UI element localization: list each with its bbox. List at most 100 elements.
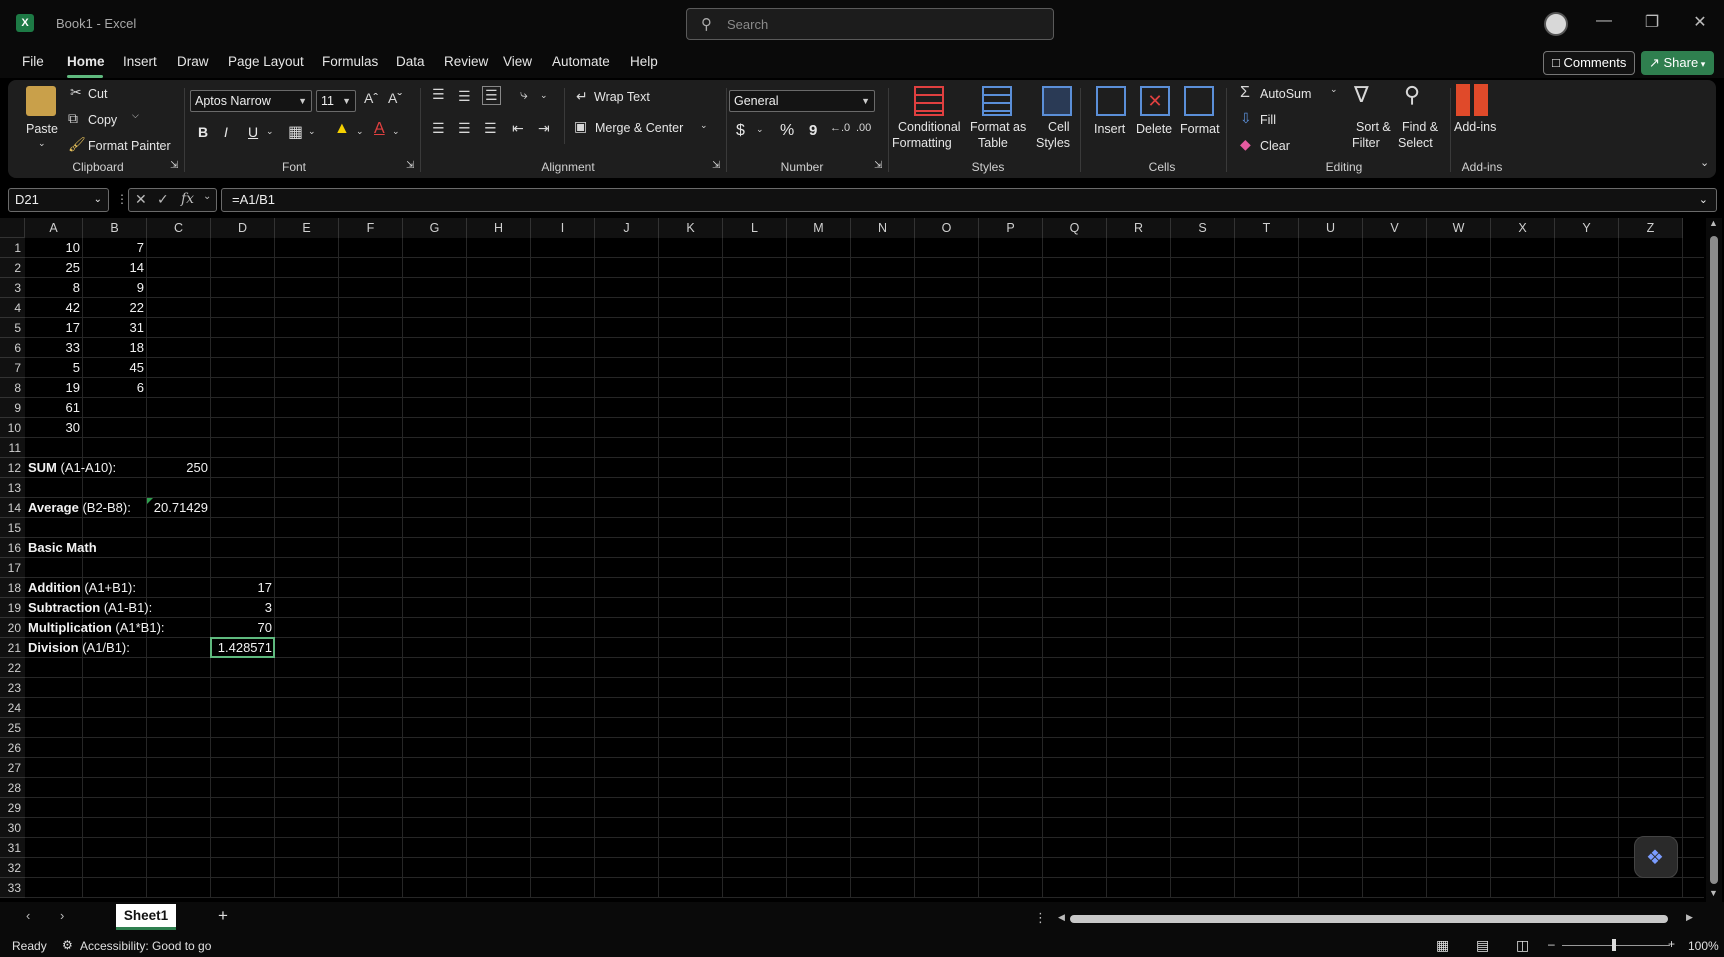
- row-header[interactable]: 24: [0, 698, 25, 718]
- column-header-g[interactable]: G: [403, 218, 467, 238]
- font-name-select[interactable]: Aptos Narrow ▼: [190, 90, 312, 112]
- column-header-x[interactable]: X: [1491, 218, 1555, 238]
- search-input[interactable]: Search: [727, 17, 768, 32]
- row-header[interactable]: 16: [0, 538, 25, 558]
- column-header-a[interactable]: A: [25, 218, 83, 238]
- dialog-launcher-icon[interactable]: ⇲: [712, 160, 720, 171]
- cell-a18[interactable]: Addition (A1+B1):: [25, 578, 136, 598]
- accessibility-status[interactable]: Accessibility: Good to go: [80, 939, 211, 953]
- align-top-icon[interactable]: ☰: [432, 86, 445, 103]
- fill-color-icon[interactable]: ▲: [334, 120, 350, 138]
- align-left-icon[interactable]: ☰: [432, 120, 445, 137]
- cell-a7[interactable]: 5: [25, 358, 83, 378]
- column-header-r[interactable]: R: [1107, 218, 1171, 238]
- row-header[interactable]: 10: [0, 418, 25, 438]
- comma-style-button[interactable]: 9: [809, 122, 817, 139]
- formula-input[interactable]: =A1/B1 ⌄: [221, 188, 1717, 212]
- cut-button[interactable]: Cut: [88, 87, 107, 101]
- row-header[interactable]: 26: [0, 738, 25, 758]
- font-size-select[interactable]: 11 ▼: [316, 90, 356, 112]
- conditional-formatting-label-2[interactable]: Formatting: [892, 136, 952, 150]
- column-header-f[interactable]: F: [339, 218, 403, 238]
- add-sheet-button[interactable]: +: [218, 906, 228, 926]
- column-header-w[interactable]: W: [1427, 218, 1491, 238]
- column-header-y[interactable]: Y: [1555, 218, 1619, 238]
- vertical-scrollbar[interactable]: ▲ ▼: [1706, 218, 1722, 902]
- cell-a21[interactable]: Division (A1/B1):: [25, 638, 130, 658]
- column-header-l[interactable]: L: [723, 218, 787, 238]
- bold-button[interactable]: B: [198, 124, 208, 140]
- insert-cells-icon[interactable]: [1096, 86, 1126, 116]
- cell-a1[interactable]: 10: [25, 238, 83, 258]
- row-header[interactable]: 3: [0, 278, 25, 298]
- conditional-formatting-icon[interactable]: [914, 86, 944, 116]
- increase-indent-icon[interactable]: ⇥: [538, 120, 550, 137]
- zoom-slider-thumb[interactable]: [1612, 939, 1616, 951]
- row-header[interactable]: 33: [0, 878, 25, 898]
- copilot-button[interactable]: ❖: [1634, 836, 1678, 878]
- cell-b7[interactable]: 45: [83, 358, 147, 378]
- chevron-down-icon[interactable]: ⌄: [203, 191, 211, 202]
- tab-help[interactable]: Help: [630, 54, 658, 69]
- find-select-icon[interactable]: ⚲: [1404, 82, 1420, 108]
- delete-button[interactable]: Delete: [1136, 122, 1172, 136]
- increase-decimal-icon[interactable]: ←.0: [830, 122, 850, 134]
- number-format-select[interactable]: General ▼: [729, 90, 875, 112]
- find-select-label-2[interactable]: Select: [1398, 136, 1433, 150]
- name-box[interactable]: D21 ⌄: [8, 188, 109, 212]
- row-header[interactable]: 30: [0, 818, 25, 838]
- cell-a8[interactable]: 19: [25, 378, 83, 398]
- column-header-u[interactable]: U: [1299, 218, 1363, 238]
- chevron-down-icon[interactable]: ⌵: [132, 110, 139, 121]
- tab-formulas[interactable]: Formulas: [322, 54, 378, 69]
- zoom-out-icon[interactable]: –: [1548, 937, 1555, 951]
- tab-review[interactable]: Review: [444, 54, 488, 69]
- clear-button[interactable]: Clear: [1260, 139, 1290, 153]
- row-header[interactable]: 11: [0, 438, 25, 458]
- cell-a3[interactable]: 8: [25, 278, 83, 298]
- vertical-scroll-thumb[interactable]: [1710, 236, 1718, 884]
- row-header[interactable]: 1: [0, 238, 25, 258]
- tab-draw[interactable]: Draw: [177, 54, 209, 69]
- delete-cells-icon[interactable]: ✕: [1140, 86, 1170, 116]
- cell-a10[interactable]: 30: [25, 418, 83, 438]
- row-header[interactable]: 9: [0, 398, 25, 418]
- more-options-icon[interactable]: ⋮: [116, 192, 128, 206]
- format-as-table-label-2[interactable]: Table: [978, 136, 1008, 150]
- dialog-launcher-icon[interactable]: ⇲: [874, 160, 882, 171]
- cell-a5[interactable]: 17: [25, 318, 83, 338]
- column-header-p[interactable]: P: [979, 218, 1043, 238]
- cell-a19[interactable]: Subtraction (A1-B1):: [25, 598, 152, 618]
- next-sheet-icon[interactable]: ›: [60, 908, 64, 923]
- cell-a9[interactable]: 61: [25, 398, 83, 418]
- increase-font-icon[interactable]: Aˆ: [364, 90, 378, 106]
- underline-button[interactable]: U: [248, 124, 258, 140]
- cell-styles-icon[interactable]: [1042, 86, 1072, 116]
- scroll-left-icon[interactable]: ◀: [1058, 912, 1065, 923]
- conditional-formatting-button[interactable]: Conditional: [898, 120, 961, 134]
- format-button[interactable]: Format: [1180, 122, 1220, 136]
- cell-c14[interactable]: 20.71429: [147, 498, 211, 518]
- find-select-button[interactable]: Find &: [1402, 120, 1438, 134]
- chevron-down-icon[interactable]: ⌄: [756, 124, 764, 135]
- borders-icon[interactable]: ▦: [288, 122, 303, 142]
- sort-filter-icon[interactable]: ∇: [1354, 82, 1369, 108]
- tab-page-layout[interactable]: Page Layout: [228, 54, 304, 69]
- select-all-corner[interactable]: [0, 218, 25, 238]
- spreadsheet-grid[interactable]: A B C D E F G H I J K L M N O P Q R S T U V W X Y Z 1 2 3 4 5 6 7 8 9 10 11 1…: [0, 218, 1724, 902]
- column-header-h[interactable]: H: [467, 218, 531, 238]
- column-header-i[interactable]: I: [531, 218, 595, 238]
- column-header-j[interactable]: J: [595, 218, 659, 238]
- page-layout-view-icon[interactable]: ▤: [1476, 937, 1489, 954]
- page-break-view-icon[interactable]: ◫: [1516, 937, 1529, 954]
- column-header-z[interactable]: Z: [1619, 218, 1683, 238]
- zoom-slider[interactable]: [1562, 945, 1670, 946]
- row-header[interactable]: 17: [0, 558, 25, 578]
- cell-b2[interactable]: 14: [83, 258, 147, 278]
- search-box[interactable]: ⚲ Search: [686, 8, 1054, 40]
- cell-a4[interactable]: 42: [25, 298, 83, 318]
- cell-b1[interactable]: 7: [83, 238, 147, 258]
- chevron-down-icon[interactable]: ⌄: [308, 126, 316, 137]
- column-header-c[interactable]: C: [147, 218, 211, 238]
- paste-button[interactable]: Paste: [26, 122, 58, 136]
